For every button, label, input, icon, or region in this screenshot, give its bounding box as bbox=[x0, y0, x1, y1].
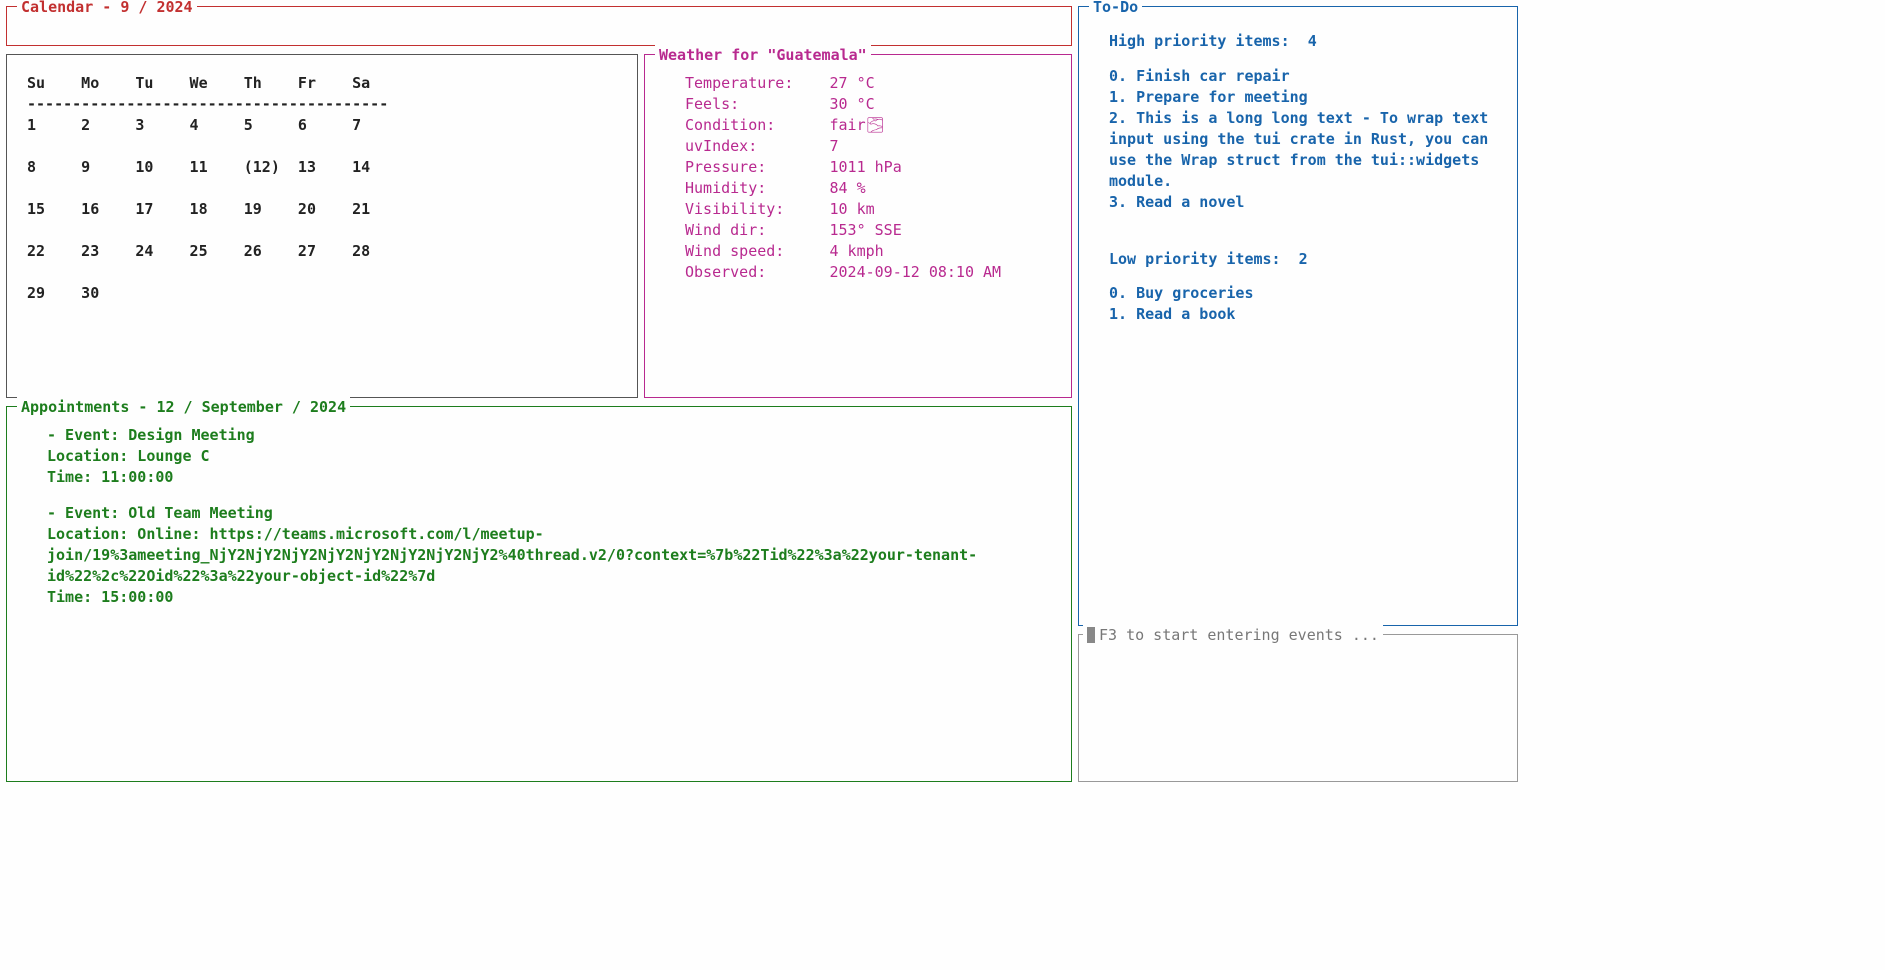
calendar-week-row: 8 9 10 11 (12) 13 14 bbox=[27, 157, 621, 178]
calendar-week-row: 1 2 3 4 5 6 7 bbox=[27, 115, 621, 136]
todo-low-header: Low priority items: 2 bbox=[1109, 249, 1501, 270]
event-input-hint: F3 to start entering events ... bbox=[1099, 626, 1379, 644]
todo-high-items: 0. Finish car repair1. Prepare for meeti… bbox=[1109, 66, 1501, 213]
calendar-week-row: 29 30 bbox=[27, 283, 621, 304]
todo-high-count: 4 bbox=[1308, 32, 1317, 50]
todo-low-items: 0. Buy groceries1. Read a book bbox=[1109, 283, 1501, 325]
todo-item: 0. Finish car repair bbox=[1109, 66, 1501, 87]
todo-high-label: High priority items: bbox=[1109, 32, 1290, 50]
todo-item: 0. Buy groceries bbox=[1109, 283, 1501, 304]
weather-row: Wind dir: 153° SSE bbox=[685, 220, 1055, 241]
appointments-title-legend: Appointments - 12 / September / 2024 bbox=[17, 397, 350, 418]
appointment-event-location: Location: Online: https://teams.microsof… bbox=[47, 524, 1055, 587]
appointment-event: - Event: Old Team MeetingLocation: Onlin… bbox=[47, 503, 1055, 608]
weather-panel: Weather for "Guatemala" Temperature: 27 … bbox=[644, 54, 1072, 398]
weather-row: uvIndex: 7 bbox=[685, 136, 1055, 157]
calendar-title-panel: Calendar - 9 / 2024 bbox=[6, 6, 1072, 46]
appointment-event-name: - Event: Design Meeting bbox=[47, 425, 1055, 446]
appointment-event-time: Time: 15:00:00 bbox=[47, 587, 1055, 608]
todo-item: 1. Read a book bbox=[1109, 304, 1501, 325]
todo-high-header: High priority items: 4 bbox=[1109, 31, 1501, 52]
appointment-event-location: Location: Lounge C bbox=[47, 446, 1055, 467]
calendar-weekday-row: Su Mo Tu We Th Fr Sa bbox=[27, 73, 621, 94]
appointment-event-name: - Event: Old Team Meeting bbox=[47, 503, 1055, 524]
todo-low-label: Low priority items: bbox=[1109, 250, 1281, 268]
appointment-event-time: Time: 11:00:00 bbox=[47, 467, 1055, 488]
calendar-separator: ---------------------------------------- bbox=[27, 94, 621, 115]
todo-title-legend: To-Do bbox=[1089, 0, 1142, 18]
weather-row: Wind speed: 4 kmph bbox=[685, 241, 1055, 262]
calendar-grid-panel[interactable]: Su Mo Tu We Th Fr Sa -------------------… bbox=[6, 54, 638, 398]
todo-panel: To-Do High priority items: 4 0. Finish c… bbox=[1078, 6, 1518, 626]
weather-rows: Temperature: 27 °CFeels: 30 °CCondition:… bbox=[685, 73, 1055, 283]
weather-row: Condition: fair🌫 bbox=[685, 115, 1055, 136]
weather-row: Pressure: 1011 hPa bbox=[685, 157, 1055, 178]
appointment-event: - Event: Design MeetingLocation: Lounge … bbox=[47, 425, 1055, 488]
weather-row: Temperature: 27 °C bbox=[685, 73, 1055, 94]
calendar-week-row: 22 23 24 25 26 27 28 bbox=[27, 241, 621, 262]
appointments-list: - Event: Design MeetingLocation: Lounge … bbox=[47, 425, 1055, 608]
calendar-week-row: 15 16 17 18 19 20 21 bbox=[27, 199, 621, 220]
event-input-panel[interactable]: F3 to start entering events ... bbox=[1078, 634, 1518, 782]
weather-row: Feels: 30 °C bbox=[685, 94, 1055, 115]
todo-item: 1. Prepare for meeting bbox=[1109, 87, 1501, 108]
weather-title-legend: Weather for "Guatemala" bbox=[655, 45, 871, 66]
weather-row: Visibility: 10 km bbox=[685, 199, 1055, 220]
todo-item: 2. This is a long long text - To wrap te… bbox=[1109, 108, 1501, 192]
calendar-title-legend: Calendar - 9 / 2024 bbox=[17, 0, 197, 18]
appointments-panel: Appointments - 12 / September / 2024 - E… bbox=[6, 406, 1072, 782]
event-input-legend: F3 to start entering events ... bbox=[1083, 625, 1383, 646]
todo-low-count: 2 bbox=[1299, 250, 1308, 268]
weather-row: Observed: 2024-09-12 08:10 AM bbox=[685, 262, 1055, 283]
cursor-icon bbox=[1087, 627, 1095, 643]
calendar-content: Su Mo Tu We Th Fr Sa -------------------… bbox=[27, 73, 621, 304]
todo-item: 3. Read a novel bbox=[1109, 192, 1501, 213]
weather-row: Humidity: 84 % bbox=[685, 178, 1055, 199]
